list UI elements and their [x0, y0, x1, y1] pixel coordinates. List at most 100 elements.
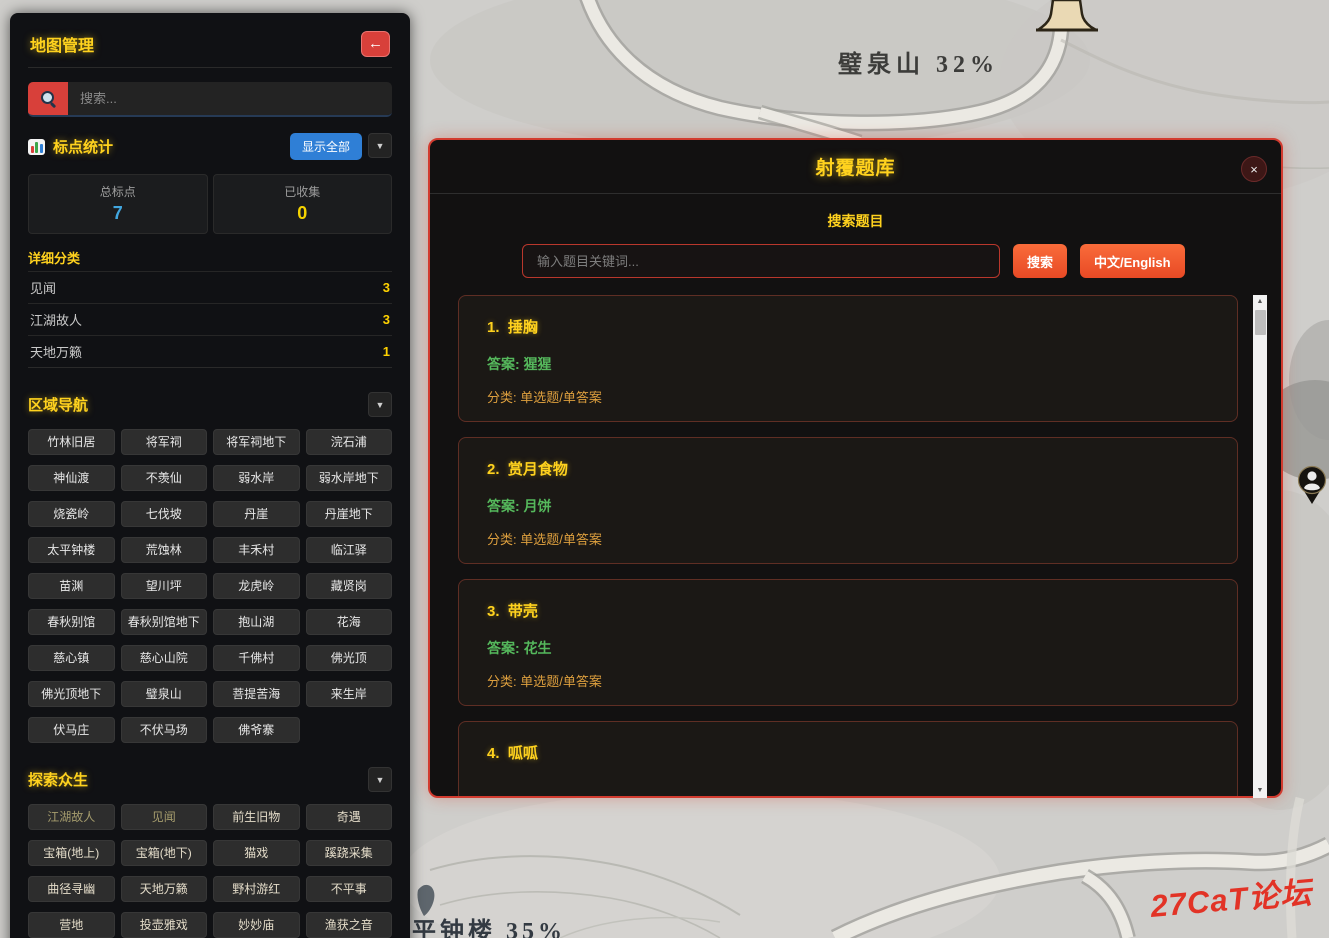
- region-button[interactable]: 丹崖: [213, 501, 300, 527]
- region-button[interactable]: 太平钟楼: [28, 537, 115, 563]
- region-button[interactable]: 春秋别馆: [28, 609, 115, 635]
- screen: 璧泉山 32% 平钟楼 35% 27CaT论坛 地图管理 ← 标点统计 显示全部…: [0, 0, 1329, 938]
- region-button[interactable]: 伏马庄: [28, 717, 115, 743]
- explore-button[interactable]: 前生旧物: [213, 804, 300, 830]
- question-list-scrollbar[interactable]: ▲ ▼: [1253, 295, 1267, 798]
- question-number: 3.: [487, 603, 500, 620]
- region-button[interactable]: 将军祠: [121, 429, 208, 455]
- region-button[interactable]: 不羡仙: [121, 465, 208, 491]
- region-button[interactable]: 抱山湖: [213, 609, 300, 635]
- sidebar-search-input[interactable]: [68, 82, 392, 115]
- show-all-button[interactable]: 显示全部: [290, 133, 362, 160]
- region-button[interactable]: 临江驿: [306, 537, 393, 563]
- explore-button[interactable]: 野村游红: [213, 876, 300, 902]
- category-label: 分类:: [487, 674, 517, 689]
- category-label: 分类:: [487, 532, 517, 547]
- answer-value: 猩猩: [524, 356, 552, 372]
- region-button[interactable]: 璧泉山: [121, 681, 208, 707]
- panel-header: 地图管理 ←: [28, 27, 392, 68]
- answer-label: 答案:: [487, 498, 520, 514]
- region-button[interactable]: 慈心山院: [121, 645, 208, 671]
- scrollbar-thumb[interactable]: [1255, 310, 1266, 335]
- question-title: 捶胸: [508, 319, 538, 336]
- question-title: 呱呱: [508, 745, 538, 762]
- question-number: 1.: [487, 319, 500, 336]
- category-value: 单选题/单答案: [520, 532, 602, 547]
- region-button[interactable]: 七伐坡: [121, 501, 208, 527]
- region-button[interactable]: 浣石浦: [306, 429, 393, 455]
- explore-collapse-button[interactable]: ▼: [368, 767, 392, 792]
- explore-button[interactable]: 妙妙庙: [213, 912, 300, 938]
- region-button[interactable]: 慈心镇: [28, 645, 115, 671]
- region-button[interactable]: 不伏马场: [121, 717, 208, 743]
- region-button[interactable]: 花海: [306, 609, 393, 635]
- explore-button[interactable]: 曲径寻幽: [28, 876, 115, 902]
- explore-section-header: 探索众生 ▼: [28, 767, 392, 792]
- explore-button[interactable]: 宝箱(地下): [121, 840, 208, 866]
- region-button[interactable]: 竹林旧居: [28, 429, 115, 455]
- regions-title: 区域导航: [28, 394, 88, 415]
- region-button[interactable]: 丹崖地下: [306, 501, 393, 527]
- region-button[interactable]: 来生岸: [306, 681, 393, 707]
- region-button[interactable]: 苗渊: [28, 573, 115, 599]
- answer-label: 答案:: [487, 356, 520, 372]
- scroll-down-arrow-icon[interactable]: ▼: [1253, 784, 1267, 798]
- search-icon-button[interactable]: [28, 82, 68, 115]
- region-button[interactable]: 菩提苦海: [213, 681, 300, 707]
- close-icon[interactable]: ×: [1241, 156, 1267, 182]
- region-button[interactable]: 佛爷寨: [213, 717, 300, 743]
- question-card[interactable]: 2. 赏月食物 答案: 月饼 分类: 单选题/单答案: [458, 437, 1238, 564]
- region-button[interactable]: 丰禾村: [213, 537, 300, 563]
- search-button[interactable]: 搜索: [1013, 244, 1067, 278]
- question-list[interactable]: 1. 捶胸 答案: 猩猩 分类: 单选题/单答案 2. 赏月食物 答案: 月饼 …: [446, 295, 1257, 796]
- region-button[interactable]: 弱水岸: [213, 465, 300, 491]
- explore-button[interactable]: 蹊跷采集: [306, 840, 393, 866]
- explore-button[interactable]: 天地万籁: [121, 876, 208, 902]
- stats-cards: 总标点 7 已收集 0: [28, 174, 392, 234]
- region-button[interactable]: 春秋别馆地下: [121, 609, 208, 635]
- question-card[interactable]: 4. 呱呱: [458, 721, 1238, 796]
- question-search-input[interactable]: [522, 244, 1000, 278]
- collapse-panel-button[interactable]: ←: [361, 31, 390, 57]
- region-button[interactable]: 千佛村: [213, 645, 300, 671]
- collected-markers-value: 0: [214, 203, 392, 224]
- explore-button[interactable]: 江湖故人: [28, 804, 115, 830]
- region-button[interactable]: 藏贤岗: [306, 573, 393, 599]
- region-button[interactable]: 神仙渡: [28, 465, 115, 491]
- explore-button[interactable]: 奇遇: [306, 804, 393, 830]
- question-card[interactable]: 3. 带壳 答案: 花生 分类: 单选题/单答案: [458, 579, 1238, 706]
- region-button[interactable]: 望川坪: [121, 573, 208, 599]
- question-bank-modal: 射覆题库 × 搜索题目 搜索 中文/English 1. 捶胸 答案: 猩猩 分…: [428, 138, 1283, 798]
- answer-value: 花生: [524, 640, 552, 656]
- scroll-up-arrow-icon[interactable]: ▲: [1253, 295, 1267, 309]
- category-row[interactable]: 江湖故人 3: [28, 303, 392, 335]
- explore-button[interactable]: 宝箱(地上): [28, 840, 115, 866]
- region-button[interactable]: 荒蚀林: [121, 537, 208, 563]
- stats-section-header: 标点统计 显示全部 ▼: [28, 133, 392, 160]
- explore-button[interactable]: 不平事: [306, 876, 393, 902]
- category-label: 分类:: [487, 390, 517, 405]
- region-button[interactable]: 龙虎岭: [213, 573, 300, 599]
- explore-button[interactable]: 猫戏: [213, 840, 300, 866]
- region-button[interactable]: 将军祠地下: [213, 429, 300, 455]
- explore-button[interactable]: 渔获之音: [306, 912, 393, 938]
- stats-collapse-button[interactable]: ▼: [368, 133, 392, 158]
- language-toggle-button[interactable]: 中文/English: [1080, 244, 1185, 278]
- category-row[interactable]: 天地万籁 1: [28, 335, 392, 367]
- region-button[interactable]: 佛光顶: [306, 645, 393, 671]
- region-button[interactable]: 烧瓷岭: [28, 501, 115, 527]
- region-button[interactable]: 佛光顶地下: [28, 681, 115, 707]
- total-markers-value: 7: [29, 203, 207, 224]
- question-title: 带壳: [508, 603, 538, 620]
- map-region-label-biquanshan: 璧泉山 32%: [838, 44, 999, 79]
- explore-button[interactable]: 营地: [28, 912, 115, 938]
- explore-button[interactable]: 见闻: [121, 804, 208, 830]
- explore-button[interactable]: 投壶雅戏: [121, 912, 208, 938]
- region-button[interactable]: 弱水岸地下: [306, 465, 393, 491]
- regions-collapse-button[interactable]: ▼: [368, 392, 392, 417]
- category-value: 单选题/单答案: [520, 674, 602, 689]
- category-row[interactable]: 见闻 3: [28, 271, 392, 303]
- question-number: 2.: [487, 461, 500, 478]
- stats-title: 标点统计: [53, 136, 113, 157]
- question-card[interactable]: 1. 捶胸 答案: 猩猩 分类: 单选题/单答案: [458, 295, 1238, 422]
